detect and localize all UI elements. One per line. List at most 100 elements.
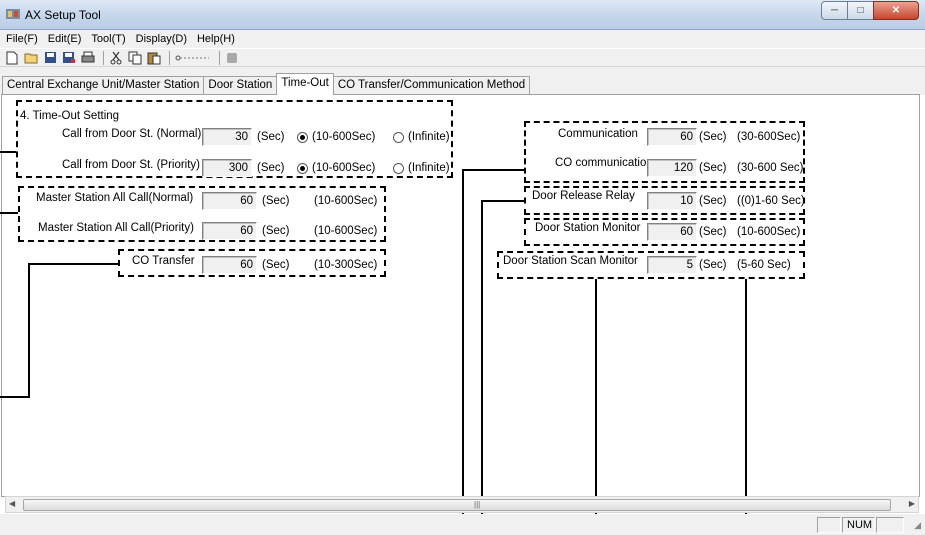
co-communication-label: CO communication: [555, 157, 653, 169]
grip-icon: |||: [474, 500, 481, 509]
title-bar: AX Setup Tool ─ □ ✕: [0, 0, 925, 30]
resize-grip-icon[interactable]: ◢: [914, 520, 921, 531]
co-communication-field[interactable]: 120: [647, 159, 697, 177]
toolbar: [0, 48, 925, 67]
menu-help[interactable]: Help(H): [197, 33, 235, 45]
call-priority-range-label: (10-600Sec): [312, 162, 376, 174]
scroll-left-icon[interactable]: ◀: [9, 499, 15, 508]
open-icon[interactable]: [23, 50, 39, 65]
save-as-icon[interactable]: [61, 50, 77, 65]
all-call-priority-unit: (Sec): [262, 225, 290, 237]
close-button[interactable]: ✕: [873, 1, 919, 20]
co-transfer-unit: (Sec): [262, 259, 290, 271]
num-indicator: NUM: [842, 517, 875, 533]
leader-line: [0, 151, 16, 153]
all-call-normal-label: Master Station All Call(Normal): [36, 192, 194, 204]
door-monitor-unit: (Sec): [699, 226, 727, 238]
communication-field[interactable]: 60: [647, 128, 697, 146]
tab-door-station[interactable]: Door Station: [203, 76, 278, 95]
print-icon[interactable]: [80, 50, 96, 65]
link-icon[interactable]: [174, 50, 212, 65]
call-priority-label: Call from Door St. (Priority): [62, 159, 201, 171]
door-release-label: Door Release Relay: [532, 190, 635, 202]
toolbar-separator: [219, 50, 220, 65]
maximize-icon: □: [857, 5, 864, 16]
all-call-priority-label: Master Station All Call(Priority): [38, 222, 194, 234]
menu-bar: File(F) Edit(E) Tool(T) Display(D) Help(…: [0, 30, 925, 48]
call-priority-range-radio[interactable]: [297, 163, 308, 174]
save-icon[interactable]: [42, 50, 58, 65]
call-priority-infinite-label: (Infinite): [408, 162, 450, 174]
communication-unit: (Sec): [699, 131, 727, 143]
scroll-thumb[interactable]: |||: [23, 499, 891, 511]
minimize-button[interactable]: ─: [821, 1, 848, 20]
stop-icon[interactable]: [224, 50, 240, 65]
toolbar-separator: [169, 50, 170, 65]
cut-icon[interactable]: [108, 50, 124, 65]
status-bar: NUM ◢: [0, 514, 925, 535]
status-pane: [817, 517, 841, 533]
scan-monitor-label: Door Station Scan Monitor: [503, 255, 638, 267]
scroll-right-icon[interactable]: ▶: [909, 499, 915, 508]
co-communication-range: (30-600 Sec): [737, 162, 804, 174]
horizontal-scrollbar[interactable]: ◀ ||| ▶: [5, 496, 919, 513]
all-call-normal-range: (10-600Sec): [314, 195, 378, 207]
all-call-normal-field[interactable]: 60: [202, 192, 257, 210]
new-icon[interactable]: [4, 50, 20, 65]
tab-time-out[interactable]: Time-Out: [276, 73, 334, 95]
menu-edit[interactable]: Edit(E): [48, 33, 82, 45]
door-release-range: ((0)1-60 Sec): [737, 195, 805, 207]
leader-line: [481, 200, 524, 202]
door-release-unit: (Sec): [699, 195, 727, 207]
status-pane: [876, 517, 904, 533]
scan-monitor-range: (5-60 Sec): [737, 259, 791, 271]
copy-icon[interactable]: [127, 50, 143, 65]
call-normal-range-radio[interactable]: [297, 132, 308, 143]
leader-line: [462, 169, 524, 171]
scan-monitor-field[interactable]: 5: [647, 256, 697, 274]
leader-line: [462, 169, 464, 522]
maximize-button[interactable]: □: [847, 1, 874, 20]
menu-display[interactable]: Display(D): [136, 33, 187, 45]
tab-central-exchange[interactable]: Central Exchange Unit/Master Station: [2, 76, 205, 95]
call-priority-field[interactable]: 300: [202, 159, 252, 177]
leader-line: [481, 200, 483, 535]
all-call-normal-unit: (Sec): [262, 195, 290, 207]
menu-tool[interactable]: Tool(T): [91, 33, 125, 45]
co-communication-unit: (Sec): [699, 162, 727, 174]
close-icon: ✕: [891, 5, 901, 16]
toolbar-separator: [103, 50, 104, 65]
call-normal-unit: (Sec): [257, 131, 285, 143]
call-normal-infinite-radio[interactable]: [393, 132, 404, 143]
call-normal-label: Call from Door St. (Normal): [62, 128, 202, 140]
minimize-icon: ─: [830, 5, 839, 16]
app-icon: [6, 9, 20, 19]
co-transfer-field[interactable]: 60: [202, 256, 257, 274]
call-normal-infinite-label: (Infinite): [408, 131, 450, 143]
all-call-priority-range: (10-600Sec): [314, 225, 378, 237]
section-title: 4. Time-Out Setting: [20, 110, 120, 122]
menu-file[interactable]: File(F): [6, 33, 38, 45]
communication-label: Communication: [558, 128, 638, 140]
leader-line: [0, 396, 30, 398]
door-release-field[interactable]: 10: [647, 192, 697, 210]
window-title: AX Setup Tool: [25, 8, 101, 22]
call-normal-range-label: (10-600Sec): [312, 131, 376, 143]
all-call-priority-field[interactable]: 60: [202, 222, 257, 240]
door-monitor-range: (10-600Sec): [737, 226, 801, 238]
communication-range: (30-600Sec): [737, 131, 801, 143]
co-transfer-label: CO Transfer: [132, 255, 195, 267]
call-normal-field[interactable]: 30: [202, 128, 252, 146]
call-priority-infinite-radio[interactable]: [393, 163, 404, 174]
scan-monitor-unit: (Sec): [699, 259, 727, 271]
tab-co-transfer[interactable]: CO Transfer/Communication Method: [332, 76, 531, 95]
door-monitor-label: Door Station Monitor: [535, 222, 641, 234]
leader-line: [28, 263, 118, 265]
leader-line: [28, 263, 30, 398]
leader-line: [0, 212, 18, 214]
call-priority-unit: (Sec): [257, 162, 285, 174]
door-monitor-field[interactable]: 60: [647, 223, 697, 241]
tab-strip: Central Exchange Unit/Master Station Doo…: [0, 67, 925, 95]
paste-icon[interactable]: [146, 50, 162, 65]
co-transfer-range: (10-300Sec): [314, 259, 378, 271]
